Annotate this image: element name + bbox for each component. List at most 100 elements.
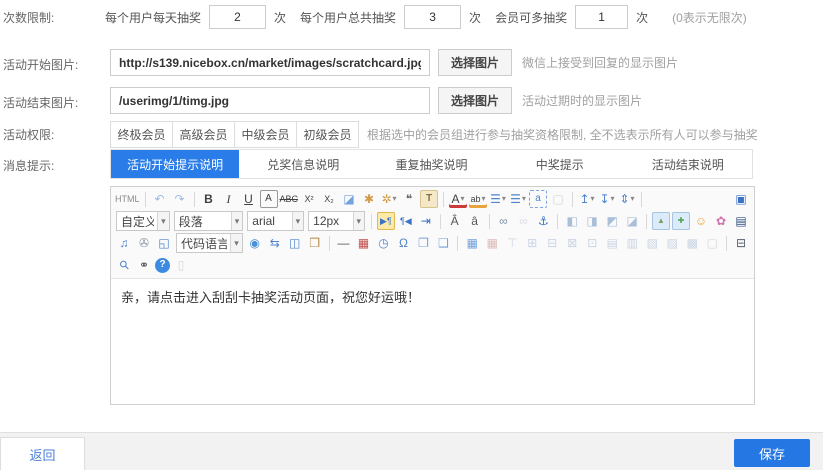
image-icon[interactable]: ▲ xyxy=(652,212,670,230)
horizontal-rule-icon[interactable]: — xyxy=(334,234,352,252)
custom-title-select[interactable]: 自定义标题▾ xyxy=(116,211,170,231)
font-family-select[interactable]: arial▾ xyxy=(247,211,304,231)
to-uppercase-icon[interactable]: Â xyxy=(446,212,464,230)
doc-icon[interactable]: ▢ xyxy=(703,234,721,252)
anchor-name-icon[interactable]: a xyxy=(529,190,547,208)
emotion-icon[interactable]: ☺ xyxy=(692,212,710,230)
first-line-indent-icon[interactable]: ⇥ xyxy=(417,212,435,230)
message-tab[interactable]: 重复抽奖说明 xyxy=(367,150,495,178)
remove-format-icon[interactable]: ✱ xyxy=(360,190,378,208)
paragraph-select[interactable]: 段落▾ xyxy=(174,211,244,231)
paste-disabled-icon[interactable]: ▯ xyxy=(172,256,190,274)
snapshot-icon[interactable]: ❒ xyxy=(306,234,324,252)
superscript-icon[interactable]: X² xyxy=(300,190,318,208)
map-icon[interactable]: ◉ xyxy=(246,234,264,252)
insert-table-icon[interactable]: ▦ xyxy=(463,234,481,252)
average-cols-icon[interactable]: ▩ xyxy=(683,234,701,252)
special-char-icon[interactable]: Ω xyxy=(394,234,412,252)
average-rows-icon[interactable]: ▨ xyxy=(663,234,681,252)
para-top-spacing-icon[interactable]: ↥▾ xyxy=(578,190,596,208)
autotypeset-icon[interactable]: ✲▾ xyxy=(380,190,398,208)
back-button[interactable]: 返回 xyxy=(0,437,85,470)
summary-icon[interactable]: ❑ xyxy=(434,234,452,252)
start-image-input[interactable] xyxy=(110,49,430,76)
total-limit-input[interactable] xyxy=(404,5,461,29)
blank-doc-icon[interactable]: ▢ xyxy=(549,190,567,208)
strikethrough-icon[interactable]: ABC xyxy=(280,190,299,208)
limits-hint: (0表示无限次) xyxy=(672,9,747,26)
end-image-input[interactable] xyxy=(110,87,430,114)
save-button[interactable]: 保存 xyxy=(734,439,810,467)
columns-icon[interactable]: ◫ xyxy=(286,234,304,252)
split-cell-icon[interactable]: ▤ xyxy=(603,234,621,252)
merge-right-icon[interactable]: ⊠ xyxy=(563,234,581,252)
delete-table-icon[interactable]: ▦ xyxy=(483,234,501,252)
image-default-align-icon[interactable]: ◧ xyxy=(563,212,581,230)
help-icon[interactable]: ? xyxy=(155,258,170,273)
unlink-icon[interactable]: ∞ xyxy=(514,212,532,230)
message-tab[interactable]: 活动开始提示说明 xyxy=(111,150,239,178)
split-cols-icon[interactable]: ▧ xyxy=(643,234,661,252)
message-tab[interactable]: 兑奖信息说明 xyxy=(239,150,367,178)
daily-limit-label: 每个用户每天抽奖 xyxy=(105,9,201,26)
pagebreak-icon[interactable]: ⇆ xyxy=(266,234,284,252)
line-spacing-icon[interactable]: ⇕▾ xyxy=(618,190,636,208)
member-extra-input[interactable] xyxy=(575,5,628,29)
underline-icon[interactable]: U xyxy=(240,190,258,208)
eraser-icon[interactable]: ◪ xyxy=(340,190,358,208)
italic-icon[interactable]: I xyxy=(220,190,238,208)
permission-option[interactable]: 初级会员 xyxy=(296,121,359,148)
html-source-icon[interactable]: HTML xyxy=(115,190,140,208)
split-rows-icon[interactable]: ▥ xyxy=(623,234,641,252)
permissions-label: 活动权限: xyxy=(3,126,54,143)
redo-icon[interactable]: ↷ xyxy=(171,190,189,208)
image-right-float-icon[interactable]: ◩ xyxy=(603,212,621,230)
bold-icon[interactable]: B xyxy=(200,190,218,208)
font-color-icon[interactable]: A▾ xyxy=(449,190,467,208)
permission-option[interactable]: 高级会员 xyxy=(172,121,235,148)
paste-plain-text-icon[interactable]: T xyxy=(420,190,438,208)
image-left-float-icon[interactable]: ◨ xyxy=(583,212,601,230)
insert-frame-icon[interactable]: ◱ xyxy=(155,234,173,252)
blockquote-icon[interactable]: ❝ xyxy=(400,190,418,208)
to-lowercase-icon[interactable]: â xyxy=(466,212,484,230)
video-icon[interactable]: ▤ xyxy=(732,212,750,230)
end-image-pick-button[interactable]: 选择图片 xyxy=(438,87,512,114)
char-border-icon[interactable]: A xyxy=(260,190,278,208)
link-icon[interactable]: ∞ xyxy=(494,212,512,230)
table-title-row-icon[interactable]: ⊞ xyxy=(523,234,541,252)
template-icon[interactable]: ❐ xyxy=(414,234,432,252)
merge-cells-icon[interactable]: ⊟ xyxy=(543,234,561,252)
print-icon[interactable]: ⊟ xyxy=(732,234,750,252)
find-replace-icon[interactable]: ⚭ xyxy=(135,256,153,274)
ordered-list-icon[interactable]: ☰▾ xyxy=(489,190,507,208)
message-tab[interactable]: 活动结束说明 xyxy=(624,150,752,178)
highlight-color-icon[interactable]: ab▾ xyxy=(469,190,487,208)
table-caption-icon[interactable]: ⊤ xyxy=(503,234,521,252)
fullscreen-icon[interactable]: ▣ xyxy=(732,190,750,208)
daily-limit-input[interactable] xyxy=(209,5,266,29)
message-tab[interactable]: 中奖提示 xyxy=(496,150,624,178)
image-center-icon[interactable]: ◪ xyxy=(623,212,641,230)
permission-option[interactable]: 中级会员 xyxy=(234,121,297,148)
attachment-icon[interactable]: ✇ xyxy=(135,234,153,252)
editor-content[interactable]: 亲，请点击进入刮刮卡抽奖活动页面，祝您好运哦！ xyxy=(111,279,754,404)
ltr-icon[interactable]: ▶¶ xyxy=(377,212,395,230)
permission-option[interactable]: 终极会员 xyxy=(110,121,173,148)
undo-icon[interactable]: ↶ xyxy=(151,190,169,208)
code-language-select[interactable]: 代码语言▾ xyxy=(176,233,243,253)
insert-image-icon[interactable]: ✚ xyxy=(672,212,690,230)
merge-down-icon[interactable]: ⊡ xyxy=(583,234,601,252)
scrawl-icon[interactable]: ✿ xyxy=(712,212,730,230)
date-icon[interactable]: ▦ xyxy=(354,234,372,252)
music-icon[interactable]: ♫ xyxy=(115,234,133,252)
font-size-select[interactable]: 12px▾ xyxy=(308,211,365,231)
start-image-pick-button[interactable]: 选择图片 xyxy=(438,49,512,76)
preview-icon[interactable]: ⚲ xyxy=(115,256,133,274)
subscript-icon[interactable]: X₂ xyxy=(320,190,338,208)
rtl-icon[interactable]: ¶◀ xyxy=(397,212,415,230)
anchor-icon[interactable]: ⚓ xyxy=(534,212,552,230)
para-bottom-spacing-icon[interactable]: ↧▾ xyxy=(598,190,616,208)
bullet-list-icon[interactable]: ☰▾ xyxy=(509,190,527,208)
time-icon[interactable]: ◷ xyxy=(374,234,392,252)
